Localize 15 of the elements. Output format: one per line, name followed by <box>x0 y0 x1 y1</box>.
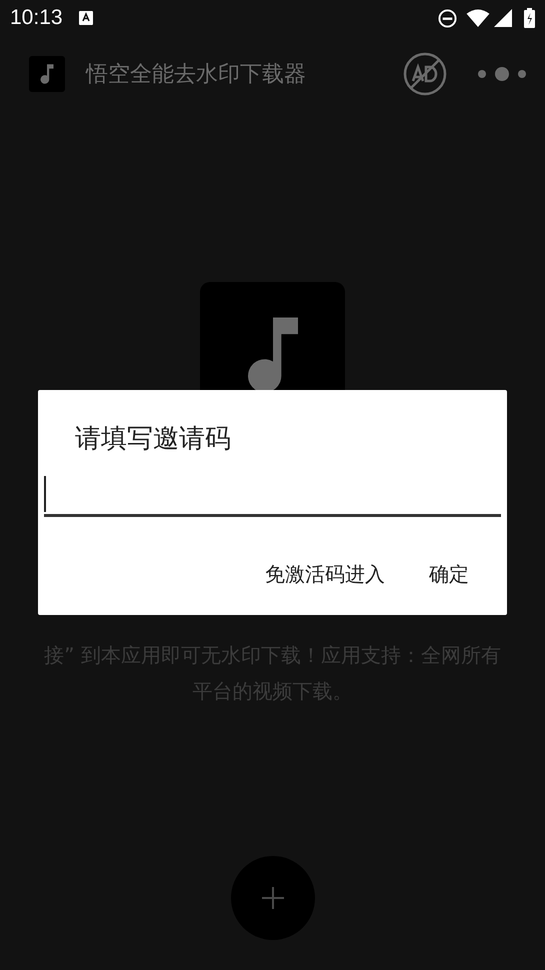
no-ads-icon[interactable] <box>403 52 447 96</box>
dialog-title: 请填写邀请码 <box>75 423 232 456</box>
do-not-disturb-icon <box>438 8 457 28</box>
dialog-button[interactable]: 免激活码进入 <box>257 555 393 593</box>
app-title: 悟空全能去水印下载器 <box>86 60 306 88</box>
signal-icon <box>494 9 512 27</box>
status-time: 10:13 <box>10 5 63 32</box>
invite-code-field[interactable] <box>44 473 501 517</box>
text-cursor <box>44 476 46 512</box>
dialog-button[interactable]: 确定 <box>421 555 477 593</box>
wifi-icon <box>466 8 490 28</box>
keyboard-icon <box>78 11 93 25</box>
more-options-icon[interactable] <box>477 66 527 82</box>
battery-icon <box>524 8 535 28</box>
plus-icon <box>260 886 284 910</box>
